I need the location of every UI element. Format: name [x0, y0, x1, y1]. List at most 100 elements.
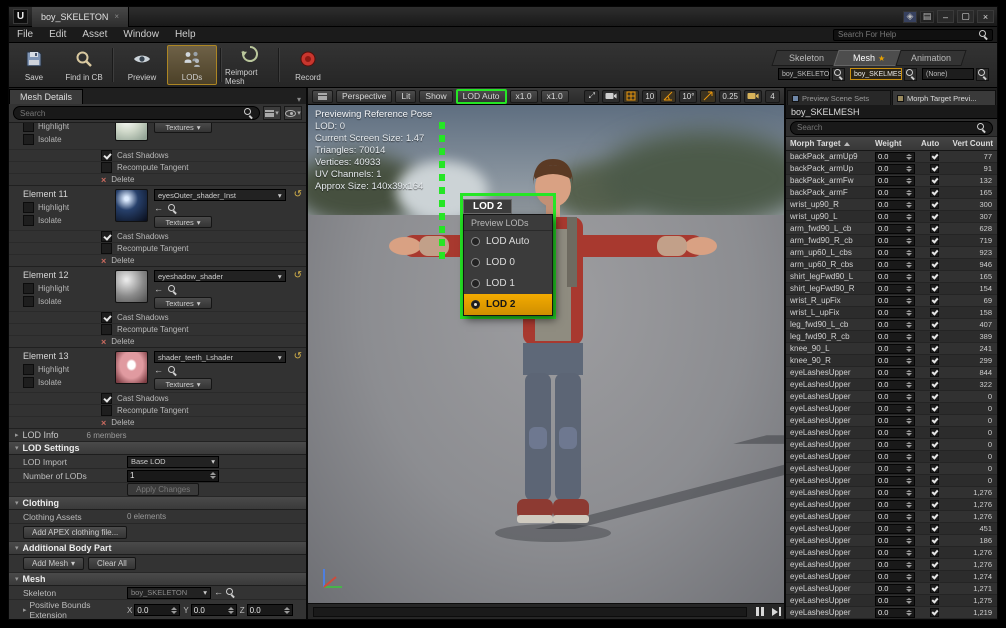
spinner-arrows-icon[interactable] — [906, 562, 912, 568]
section-clothing[interactable]: ▾Clothing — [9, 497, 306, 510]
morph-weight-spinbox[interactable]: 0.0 — [875, 596, 915, 606]
screen-size-button[interactable]: x1.0 — [510, 90, 538, 103]
spinner-arrows-icon[interactable] — [906, 334, 912, 340]
maximize-viewport-icon[interactable]: ⤢ — [584, 90, 599, 103]
morph-weight-spinbox[interactable]: 0.0 — [875, 572, 915, 582]
material-thumbnail[interactable] — [115, 189, 148, 222]
spinner-arrows-icon[interactable] — [906, 154, 912, 160]
morph-weight-spinbox[interactable]: 0.0 — [875, 200, 915, 210]
timeline-scrubber[interactable] — [313, 607, 747, 617]
spinner-arrows-icon[interactable] — [906, 394, 912, 400]
reset-icon[interactable]: ↺ — [294, 351, 302, 362]
morph-weight-spinbox[interactable]: 0.0 — [875, 392, 915, 402]
spinner-arrows-icon[interactable] — [906, 382, 912, 388]
spinner-arrows-icon[interactable] — [906, 454, 912, 460]
feedback-icon[interactable]: ◈ — [903, 11, 917, 23]
column-morph-target[interactable]: Morph Target — [786, 139, 875, 148]
spinner-arrows-icon[interactable] — [906, 538, 912, 544]
menu-help[interactable]: Help — [167, 29, 204, 40]
morph-weight-spinbox[interactable]: 0.0 — [875, 296, 915, 306]
morph-target-row[interactable]: shirt_legFwd90_R 0.0 154 — [786, 283, 997, 295]
isolate-checkbox[interactable] — [23, 377, 34, 388]
spinner-arrows-icon[interactable] — [906, 310, 912, 316]
lod-auto-button[interactable]: LOD Auto — [456, 89, 507, 104]
fov-button[interactable]: x1.0 — [541, 90, 569, 103]
spinner-arrows-icon[interactable] — [906, 262, 912, 268]
spinner-arrows-icon[interactable] — [906, 598, 912, 604]
preview-button[interactable]: Preview — [117, 43, 167, 87]
menu-item-lod-auto[interactable]: LOD Auto — [464, 231, 552, 252]
spinner-arrows-icon[interactable] — [906, 178, 912, 184]
delete-icon[interactable]: × — [101, 418, 106, 428]
help-search-box[interactable] — [833, 29, 993, 41]
layout-icon[interactable]: ▤ — [920, 11, 934, 23]
morph-weight-spinbox[interactable]: 0.0 — [875, 548, 915, 558]
browse-mesh-icon[interactable] — [904, 68, 917, 81]
morph-target-row[interactable]: eyeLashesUpper 0.0 0 — [786, 439, 997, 451]
tab-mesh-details[interactable]: Mesh Details — [9, 89, 83, 104]
tab-skeleton-mode[interactable]: Skeleton — [771, 50, 842, 66]
morph-weight-spinbox[interactable]: 0.0 — [875, 176, 915, 186]
scene-3d[interactable]: Previewing Reference Pose LOD: 0 Current… — [308, 105, 784, 603]
apply-changes-button[interactable]: Apply Changes — [127, 483, 199, 496]
recompute-tangent-checkbox[interactable] — [101, 405, 112, 416]
morph-auto-checkbox[interactable] — [930, 212, 939, 221]
material-dropdown[interactable]: shader_teeth_Lshader▾ — [154, 351, 286, 363]
save-button[interactable]: Save — [9, 43, 59, 87]
expand-arrow-icon[interactable]: ▸ — [15, 431, 19, 439]
textures-dropdown[interactable]: Textures▾ — [154, 378, 212, 390]
morph-target-row[interactable]: eyeLashesUpper 0.0 0 — [786, 427, 997, 439]
spinner-arrows-icon[interactable] — [906, 418, 912, 424]
spinner-arrows-icon[interactable] — [906, 466, 912, 472]
spinner-arrows-icon[interactable] — [906, 550, 912, 556]
morph-auto-checkbox[interactable] — [930, 332, 939, 341]
morph-target-row[interactable]: eyeLashesUpper 0.0 844 — [786, 367, 997, 379]
morph-target-row[interactable]: eyeLashesUpper 0.0 1,219 — [786, 607, 997, 619]
column-weight[interactable]: Weight — [875, 139, 921, 148]
morph-weight-spinbox[interactable]: 0.0 — [875, 308, 915, 318]
isolate-checkbox[interactable] — [23, 215, 34, 226]
morph-target-row[interactable]: eyeLashesUpper 0.0 1,276 — [786, 499, 997, 511]
morph-weight-spinbox[interactable]: 0.0 — [875, 248, 915, 258]
morph-target-row[interactable]: knee_90_R 0.0 299 — [786, 355, 997, 367]
rotation-snap-icon[interactable] — [660, 90, 676, 103]
maximize-icon[interactable]: ▢ — [957, 10, 974, 23]
section-mesh[interactable]: ▾Mesh — [9, 573, 306, 586]
morph-target-row[interactable]: arm_up60_R_cbs 0.0 946 — [786, 259, 997, 271]
spinner-arrows-icon[interactable] — [906, 526, 912, 532]
spinner-arrows-icon[interactable] — [906, 406, 912, 412]
reset-icon[interactable]: ↺ — [294, 270, 302, 281]
mesh-asset-value[interactable]: boy_SKELMESH — [850, 68, 902, 80]
morph-target-row[interactable]: backPack_armUp9 0.0 77 — [786, 151, 997, 163]
morph-target-row[interactable]: eyeLashesUpper 0.0 0 — [786, 475, 997, 487]
spinner-arrows-icon[interactable] — [906, 442, 912, 448]
rotation-snap-value[interactable]: 10° — [679, 90, 697, 103]
spinner-arrows-icon[interactable] — [906, 250, 912, 256]
delete-icon[interactable]: × — [101, 175, 106, 185]
morph-target-row[interactable]: eyeLashesUpper 0.0 186 — [786, 535, 997, 547]
textures-dropdown[interactable]: Textures▾ — [154, 297, 212, 309]
morph-target-row[interactable]: eyeLashesUpper 0.0 1,276 — [786, 559, 997, 571]
morph-target-row[interactable]: eyeLashesUpper 0.0 0 — [786, 463, 997, 475]
menu-edit[interactable]: Edit — [41, 29, 74, 40]
reset-icon[interactable]: ↺ — [294, 189, 302, 200]
morph-auto-checkbox[interactable] — [930, 380, 939, 389]
recompute-tangent-checkbox[interactable] — [101, 324, 112, 335]
morph-auto-checkbox[interactable] — [930, 452, 939, 461]
morph-auto-checkbox[interactable] — [930, 416, 939, 425]
use-selected-icon[interactable]: ← — [214, 588, 223, 597]
morph-weight-spinbox[interactable]: 0.0 — [875, 332, 915, 342]
spinner-arrows-icon[interactable] — [906, 478, 912, 484]
recompute-tangent-checkbox[interactable] — [101, 162, 112, 173]
morph-auto-checkbox[interactable] — [930, 344, 939, 353]
material-thumbnail[interactable] — [115, 351, 148, 384]
morph-search-box[interactable] — [790, 121, 993, 135]
character-mesh[interactable] — [353, 145, 784, 565]
morph-target-row[interactable]: eyeLashesUpper 0.0 0 — [786, 451, 997, 463]
morph-weight-spinbox[interactable]: 0.0 — [875, 284, 915, 294]
tab-preview-scene-sets[interactable]: Preview Scene Sets — [787, 90, 891, 105]
morph-auto-checkbox[interactable] — [930, 260, 939, 269]
column-vert-count[interactable]: Vert Count — [947, 139, 997, 148]
morph-auto-checkbox[interactable] — [930, 320, 939, 329]
menu-window[interactable]: Window — [115, 29, 167, 40]
